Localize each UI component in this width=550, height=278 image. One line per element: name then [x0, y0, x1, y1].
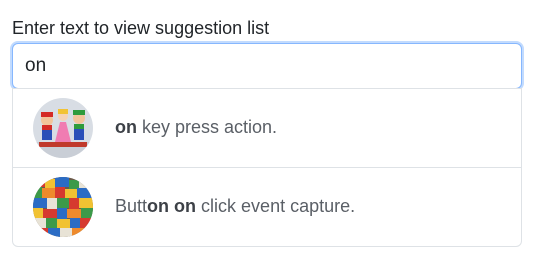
- suggestion-item[interactable]: Button on click event capture.: [13, 168, 521, 246]
- suggestion-match: on: [147, 196, 170, 216]
- suggestion-item[interactable]: on key press action.: [13, 89, 521, 168]
- suggestion-prefix: Butt: [115, 196, 148, 216]
- suggestion-rest: click event capture.: [196, 196, 356, 216]
- mario-characters-avatar: [33, 98, 93, 158]
- suggestion-match: on: [115, 117, 137, 137]
- search-input[interactable]: [12, 43, 522, 89]
- suggestion-text: on key press action.: [115, 117, 277, 138]
- suggestion-list: on key press action. Button on click eve…: [12, 88, 522, 247]
- field-label: Enter text to view suggestion list: [12, 18, 270, 38]
- suggestion-rest: key press action.: [137, 117, 278, 137]
- lego-bricks-avatar: [33, 177, 93, 237]
- suggestion-match-2: on: [174, 196, 197, 216]
- suggestion-text: Button on click event capture.: [115, 196, 355, 217]
